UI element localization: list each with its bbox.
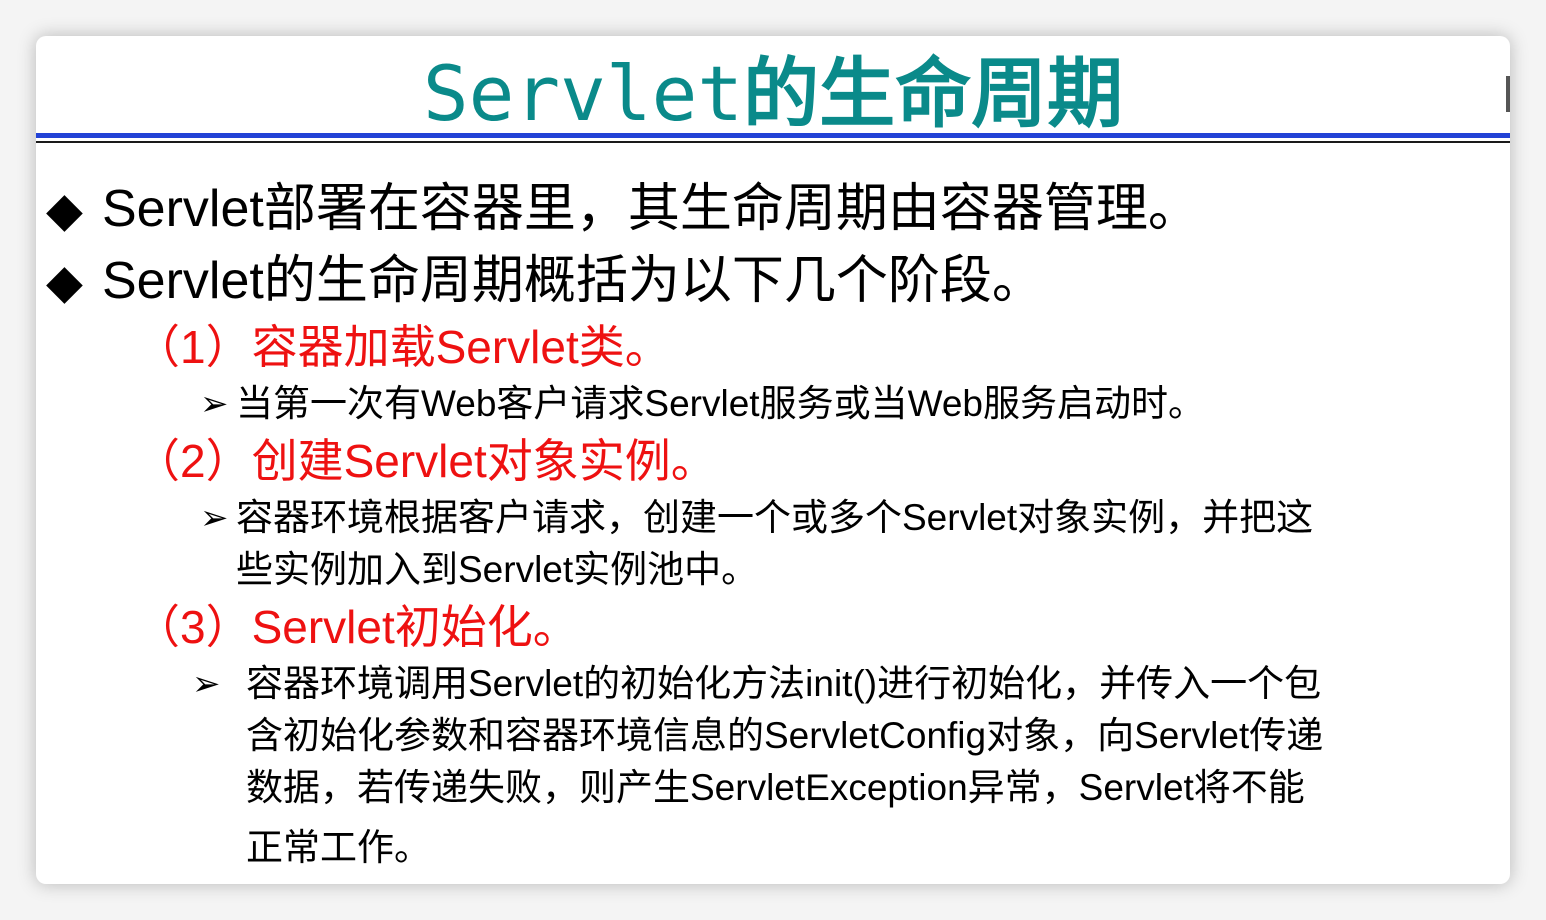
step-3-detail-line-2: 含初始化参数和容器环境信息的ServletConfig对象，向Servlet传递 (246, 715, 1324, 756)
bullet-1: ◆ Servlet部署在容器里，其生命周期由容器管理。 (46, 176, 1200, 244)
slide: Servlet的生命周期 ◆ Servlet部署在容器里，其生命周期由容器管理。 … (36, 36, 1510, 884)
step-1-detail: ➢ 当第一次有Web客户请求Servlet服务或当Web服务启动时。 (200, 378, 1490, 430)
step-3-detail: ➢ 容器环境调用Servlet的初始化方法init()进行初始化，并传入一个包 … (192, 658, 1502, 874)
step-3-detail-line-4: 正常工作。 (246, 827, 431, 868)
arrow-bullet-icon: ➢ (192, 665, 221, 703)
step-2-label: （2）创建Servlet对象实例。 (134, 435, 717, 487)
slide-edge-mark (1506, 76, 1510, 112)
step-2-detail: ➢ 容器环境根据客户请求，创建一个或多个Servlet对象实例，并把这 些实例加… (200, 492, 1500, 596)
bullet-1-text: Servlet部署在容器里，其生命周期由容器管理。 (102, 180, 1200, 238)
step-1-label: （1）容器加载Servlet类。 (134, 321, 671, 373)
step-3-detail-line-1: 容器环境调用Servlet的初始化方法init()进行初始化，并传入一个包 (246, 663, 1322, 704)
arrow-bullet-icon: ➢ (200, 499, 229, 537)
step-2-detail-line-1: 容器环境根据客户请求，创建一个或多个Servlet对象实例，并把这 (236, 497, 1314, 538)
step-3-detail-line-3: 数据，若传递失败，则产生ServletException异常，Servlet将不… (246, 767, 1305, 808)
arrow-bullet-icon: ➢ (200, 385, 229, 423)
step-2-detail-line-2: 些实例加入到Servlet实例池中。 (236, 549, 759, 590)
step-1-detail-text: 当第一次有Web客户请求Servlet服务或当Web服务启动时。 (236, 383, 1205, 424)
title-rule-blue (36, 133, 1510, 138)
bullet-2-text: Servlet的生命周期概括为以下几个阶段。 (102, 252, 1044, 310)
step-3-label: （3）Servlet初始化。 (134, 601, 579, 653)
slide-title-cjk: 的生命周期 (743, 52, 1124, 137)
diamond-bullet-icon: ◆ (46, 184, 83, 237)
title-rule-black (36, 141, 1510, 143)
bullet-2: ◆ Servlet的生命周期概括为以下几个阶段。 (46, 248, 1044, 316)
slide-title: Servlet的生命周期 (36, 46, 1510, 143)
slide-title-latin: Servlet (422, 49, 744, 138)
diamond-bullet-icon: ◆ (46, 256, 83, 309)
